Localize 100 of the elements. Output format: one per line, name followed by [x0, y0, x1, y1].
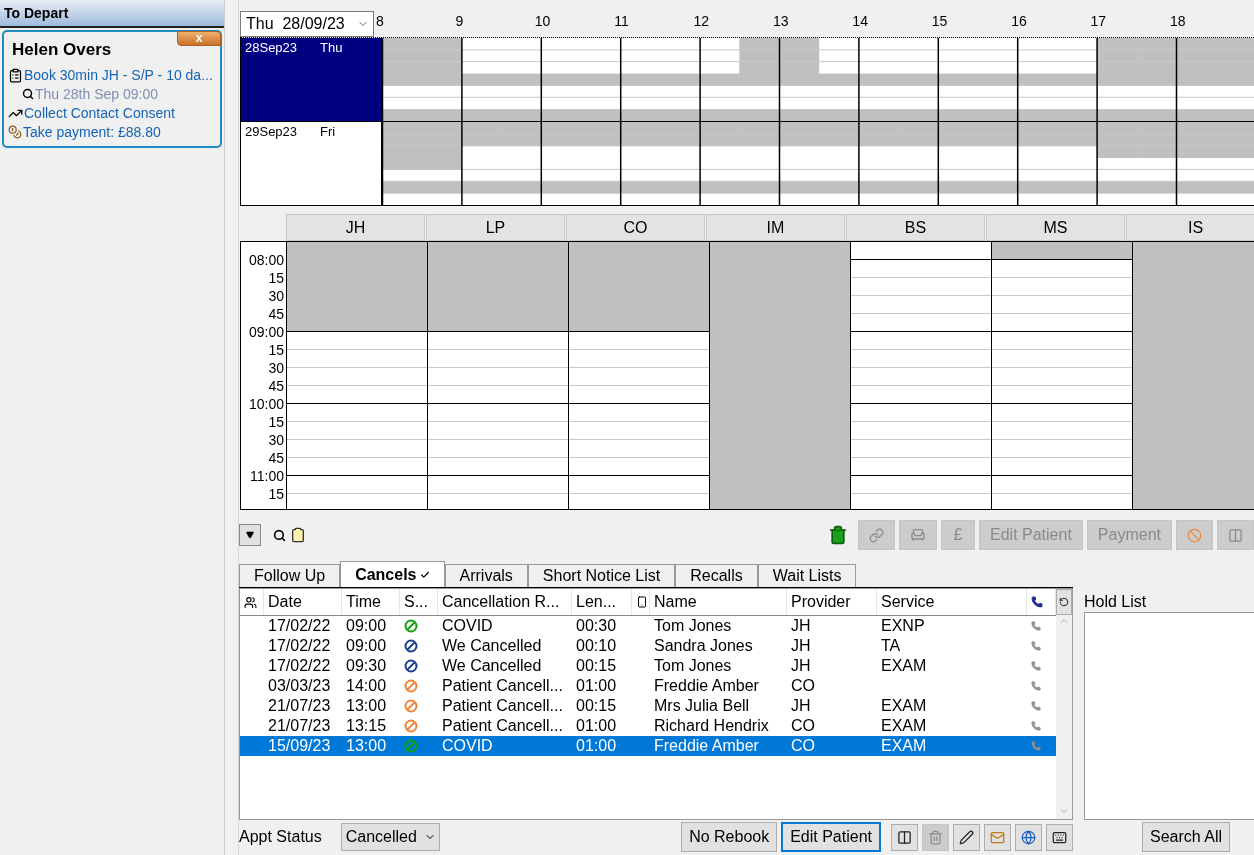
task-link[interactable]: Take payment: £88.80: [23, 124, 161, 140]
provider-cell-text: CO: [790, 676, 816, 696]
provider-cell-text: CO: [790, 716, 816, 736]
panel-title: To Depart: [0, 0, 224, 28]
keyboard-button[interactable]: [1046, 823, 1073, 851]
action-button[interactable]: No Rebook: [681, 822, 778, 852]
search-all-button[interactable]: Search All: [1142, 822, 1231, 852]
hour-label: 10: [534, 13, 552, 31]
name-cell-text: Richard Hendrix: [653, 716, 770, 736]
provider-header: LP: [426, 214, 565, 241]
column-header[interactable]: Service: [877, 589, 1027, 615]
column-header[interactable]: Name: [650, 589, 787, 615]
tab[interactable]: Cancels: [340, 561, 445, 587]
schedule-column[interactable]: [992, 242, 1133, 509]
time-label: 08:00: [247, 251, 285, 269]
task-link[interactable]: Book 30min JH - S/P - 10 da...: [24, 67, 213, 83]
refresh-icon: [1059, 597, 1069, 607]
provider-header: CO: [566, 214, 705, 241]
time-cell-text: 14:00: [345, 676, 388, 696]
name-cell-text: Sandra Jones: [653, 636, 754, 656]
day-label[interactable]: 28Sep23 Thu: [241, 38, 382, 121]
length-cell-text: 00:30: [575, 616, 618, 636]
keyboard-icon: [1052, 829, 1067, 845]
column-header[interactable]: S...: [400, 589, 438, 615]
time-label: 45: [267, 377, 285, 395]
time-label: 15: [267, 413, 285, 431]
length-cell-text: 00:15: [575, 696, 618, 716]
phone-icon: [1031, 596, 1043, 608]
phone-icon: [1031, 621, 1041, 631]
column-header[interactable]: Cancellation R...: [438, 589, 572, 615]
trash-icon: [928, 829, 943, 845]
time-label: 10:00: [247, 395, 285, 413]
action-button[interactable]: Edit Patient: [781, 822, 881, 852]
column-header[interactable]: Date: [264, 589, 342, 615]
service-cell-text: EXAM: [880, 736, 928, 756]
clipboard-icon[interactable]: [290, 527, 306, 543]
clipboard-icon: [8, 67, 23, 83]
hour-label: 17: [1090, 13, 1108, 31]
status-select[interactable]: Cancelled: [340, 823, 440, 851]
provider-header: MS: [986, 214, 1125, 241]
phone-icon: [1031, 661, 1041, 671]
column-header[interactable]: Provider: [787, 589, 877, 615]
reason-cell-text: COVID: [441, 736, 494, 756]
chair-icon: [910, 527, 927, 543]
split-button[interactable]: [891, 823, 918, 851]
task-link[interactable]: Collect Contact Consent: [24, 105, 175, 121]
hour-label: 8: [376, 13, 385, 31]
day-label[interactable]: 29Sep23 Fri: [241, 122, 382, 205]
dropdown-button[interactable]: [239, 524, 261, 546]
tab[interactable]: Arrivals: [444, 564, 528, 587]
hour-label: 18: [1169, 13, 1187, 31]
provider-cell-text: JH: [790, 656, 812, 676]
pen-icon: [959, 829, 974, 845]
provider-cell-text: JH: [790, 636, 812, 656]
table-row[interactable]: 15/09/23 13:00 COVID 01:00 Freddie Amber CO EXAM: [240, 736, 1056, 756]
phone-icon: [1031, 641, 1041, 651]
hour-label: 12: [693, 13, 711, 31]
schedule-column[interactable]: [851, 242, 992, 509]
time-label: 15: [267, 269, 285, 287]
hour-label: 15: [931, 13, 949, 31]
reason-cell-text: Patient Cancell...: [441, 716, 564, 736]
date-cell-text: 17/02/22: [267, 656, 332, 676]
reason-cell-text: We Cancelled: [441, 636, 543, 656]
service-cell-text: EXNP: [880, 616, 926, 636]
status-label: Appt Status: [239, 828, 322, 846]
phone-icon: [636, 596, 648, 608]
name-cell-text: Mrs Julia Bell: [653, 696, 751, 716]
provider-header: IM: [706, 214, 845, 241]
date-select[interactable]: Thu 28/09/23: [240, 11, 374, 37]
people-icon: [244, 595, 257, 609]
phone-icon: [1031, 721, 1041, 731]
column-header[interactable]: Time: [342, 589, 400, 615]
trash-icon[interactable]: [828, 525, 849, 545]
search-icon: [22, 88, 34, 100]
hour-label: 11: [614, 13, 630, 31]
tab[interactable]: Short Notice List: [527, 564, 676, 587]
time-cell-text: 13:15: [345, 716, 388, 736]
reason-cell-text: We Cancelled: [441, 656, 543, 676]
globe-button[interactable]: [1015, 823, 1042, 851]
tab[interactable]: Recalls: [675, 564, 758, 587]
time-cell-text: 13:00: [345, 696, 388, 716]
column-header[interactable]: Len...: [572, 589, 632, 615]
refresh-button[interactable]: [1056, 589, 1072, 615]
pen-button[interactable]: [953, 823, 980, 851]
time-label: 15: [267, 485, 285, 503]
phone-icon: [1031, 741, 1041, 751]
date-cell-text: 17/02/22: [267, 616, 332, 636]
search-icon[interactable]: [273, 528, 286, 542]
split-icon: [1228, 527, 1243, 543]
hour-label: 9: [455, 13, 465, 31]
time-label: 09:00: [247, 323, 285, 341]
length-cell-text: 00:15: [575, 656, 618, 676]
name-cell-text: Freddie Amber: [653, 736, 760, 756]
time-label: 45: [267, 305, 285, 323]
hold-list-title: Hold List: [1084, 593, 1148, 612]
tab[interactable]: Follow Up: [239, 564, 341, 587]
time-cell-text: 13:00: [345, 736, 388, 756]
time-cell-text: 09:30: [345, 656, 388, 676]
tab[interactable]: Wait Lists: [757, 564, 857, 587]
provider-header: IS: [1126, 214, 1254, 241]
